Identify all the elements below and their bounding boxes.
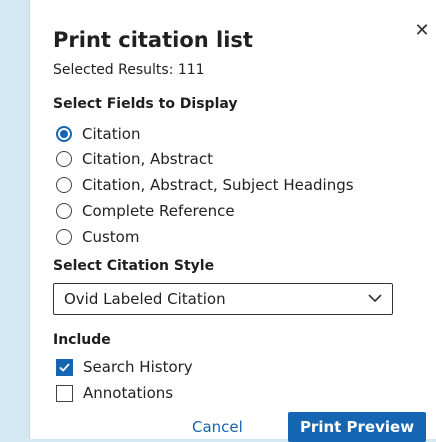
citation-style-value: Ovid Labeled Citation [64, 290, 226, 308]
print-preview-button[interactable]: Print Preview [288, 412, 426, 442]
radio-selected-icon[interactable] [56, 126, 72, 142]
checkbox-checked-icon[interactable] [56, 358, 73, 376]
cancel-button[interactable]: Cancel [192, 418, 243, 436]
citation-style-heading: Select Citation Style [53, 258, 215, 274]
checkbox-unchecked-icon[interactable] [56, 384, 73, 402]
dialog-title: Print citation list [53, 28, 253, 52]
radio-unselected-icon[interactable] [56, 229, 72, 245]
radio-citation-abstract[interactable]: Citation, Abstract [56, 148, 213, 170]
radio-citation-abstract-subject-headings[interactable]: Citation, Abstract, Subject Headings [56, 174, 354, 196]
radio-label: Complete Reference [82, 202, 235, 220]
print-citation-dialog: ✕ Print citation list Selected Results: … [29, 0, 436, 442]
fields-heading: Select Fields to Display [53, 96, 238, 112]
radio-citation[interactable]: Citation [56, 123, 140, 145]
include-heading: Include [53, 332, 111, 348]
radio-label: Citation, Abstract [82, 150, 213, 168]
radio-custom[interactable]: Custom [56, 226, 139, 248]
radio-label: Citation, Abstract, Subject Headings [82, 176, 354, 194]
checkbox-search-history[interactable]: Search History [56, 356, 193, 378]
radio-label: Citation [82, 125, 141, 143]
checkbox-label: Annotations [83, 384, 174, 402]
radio-label: Custom [82, 228, 140, 246]
radio-unselected-icon[interactable] [56, 203, 72, 219]
citation-style-select[interactable]: Ovid Labeled Citation [53, 283, 393, 315]
checkbox-label: Search History [83, 358, 193, 376]
radio-complete-reference[interactable]: Complete Reference [56, 200, 235, 222]
checkmark-icon [59, 362, 70, 372]
chevron-down-icon [368, 294, 382, 303]
close-icon[interactable]: ✕ [412, 22, 432, 42]
selected-results-count: Selected Results: 111 [53, 62, 205, 78]
radio-unselected-icon[interactable] [56, 177, 72, 193]
radio-unselected-icon[interactable] [56, 151, 72, 167]
checkbox-annotations[interactable]: Annotations [56, 382, 173, 404]
